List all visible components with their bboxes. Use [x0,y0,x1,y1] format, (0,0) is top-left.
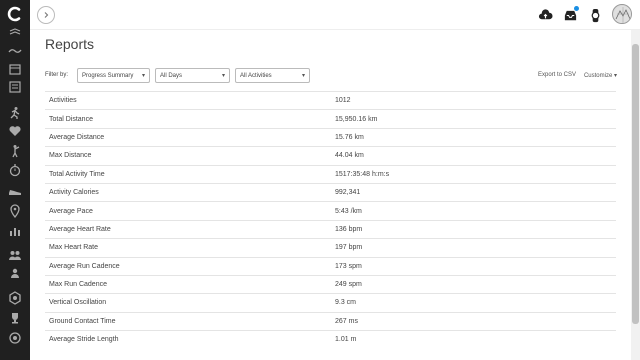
stat-value: 249 spm [335,281,362,289]
top-bar [30,0,640,30]
activity-wave-icon[interactable] [7,44,23,58]
stat-label: Average Run Cadence [49,262,120,270]
people-icon[interactable] [7,266,23,280]
table-row: Activities 1012 [45,91,616,109]
sidebar-nav [0,0,30,360]
table-row: Max Distance 44.04 km [45,146,616,164]
cloud-upload-icon[interactable] [537,7,553,23]
stat-label: Total Distance [49,115,93,123]
location-pin-icon[interactable] [7,204,23,218]
inbox-icon[interactable] [562,6,579,23]
connect-circle-icon[interactable] [7,331,23,345]
stat-value: 992,341 [335,189,361,197]
page-title: Reports [45,36,95,52]
heart-icon[interactable] [7,124,23,138]
stats-table: Activities 1012 Total Distance 15,950.16 k… [45,91,616,348]
watch-icon[interactable] [587,7,603,23]
stat-label: Average Distance [49,133,105,141]
activity-type-select[interactable]: All Activities ▾ [235,68,310,83]
chevron-down-icon: ▾ [613,73,617,79]
main-content: Reports Filter by: Progress Summary ▾ Al… [30,30,631,360]
stat-label: Average Heart Rate [49,225,111,233]
chevron-down-icon: ▾ [141,73,145,79]
stat-label: Max Heart Rate [49,244,99,252]
report-type-value: Progress Summary [82,72,134,79]
page-scrollbar[interactable] [631,30,640,360]
chevron-right-icon [44,12,49,18]
customize-dropdown[interactable]: Customize ▾ [584,72,617,79]
stat-value: 15,950.16 km [335,115,378,123]
stat-value: 44.04 km [335,152,364,160]
badge-icon[interactable] [7,291,23,305]
stat-value: 136 bpm [335,225,363,233]
stat-value: 1.01 m [335,336,357,344]
stat-label: Average Pace [49,207,93,215]
collapse-sidebar-button[interactable] [37,6,55,24]
stat-value: 15.76 km [335,133,364,141]
table-row: Average Heart Rate 136 bpm [45,219,616,238]
golf-person-icon[interactable] [7,144,23,158]
logo-icon[interactable] [7,6,23,22]
table-row: Average Run Cadence 173 spm [45,256,616,275]
customize-label: Customize [583,73,613,79]
export-csv-link[interactable]: Export to CSV [538,72,576,78]
running-person-icon[interactable] [7,106,23,120]
scrollbar-thumb[interactable] [632,44,639,324]
stat-label: Max Distance [49,152,92,160]
shoe-icon[interactable] [7,184,23,198]
report-list-icon[interactable] [7,80,23,94]
notification-dot [574,6,579,11]
stat-label: Ground Contact Time [49,317,116,325]
stat-label: Activities [49,97,77,105]
layers-icon[interactable] [7,26,23,40]
stopwatch-icon[interactable] [7,163,23,177]
table-row: Average Pace 5:43 /km [45,201,616,219]
stat-label: Activity Calories [49,189,99,197]
stat-value: 1517:35:48 h:m:s [335,170,390,178]
stat-value: 1012 [335,97,351,105]
table-row: Total Activity Time 1517:35:48 h:m:s [45,164,616,183]
group-icon[interactable] [7,248,23,262]
chevron-down-icon: ▾ [301,73,305,79]
stat-value: 173 spm [335,262,362,270]
table-row: Activity Calories 992,341 [45,182,616,201]
date-range-value: All Days [160,72,183,79]
stat-label: Total Activity Time [49,170,105,178]
table-row: Vertical Oscillation 9.3 cm [45,293,616,311]
chevron-down-icon: ▾ [221,73,225,79]
stat-value: 5:43 /km [335,207,362,215]
table-row: Average Stride Length 1.01 m [45,330,616,348]
bar-chart-icon[interactable] [7,224,23,238]
trophy-icon[interactable] [7,311,23,325]
table-row: Average Distance 15.76 km [45,127,616,146]
table-row: Max Heart Rate 197 bpm [45,238,616,256]
stat-label: Max Run Cadence [49,281,107,289]
calendar-icon[interactable] [7,62,23,76]
date-range-select[interactable]: All Days ▾ [155,68,230,83]
table-row: Max Run Cadence 249 spm [45,274,616,293]
stat-label: Vertical Oscillation [49,299,107,307]
table-row: Total Distance 15,950.16 km [45,109,616,127]
activity-type-value: All Activities [240,72,272,79]
avatar[interactable] [612,4,632,24]
filter-label: Filter by: [45,72,69,78]
table-row: Ground Contact Time 267 ms [45,311,616,330]
stat-value: 197 bpm [335,244,363,252]
stat-value: 9.3 cm [335,299,357,307]
stat-label: Average Stride Length [49,336,119,344]
report-type-select[interactable]: Progress Summary ▾ [77,68,150,83]
stat-value: 267 ms [335,317,358,325]
